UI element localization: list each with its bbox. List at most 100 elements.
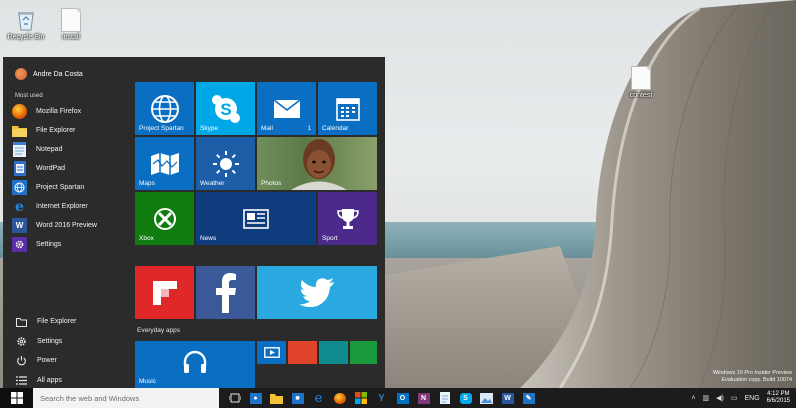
tile-label: Photos [261, 180, 282, 187]
tile-small-teal[interactable] [319, 341, 348, 364]
desktop-icon-label: install [62, 34, 80, 41]
desktop-icon-recycle-bin[interactable]: Recycle Bin [4, 8, 48, 42]
os-watermark: Windows 10 Pro Insider Preview Evaluatio… [700, 370, 792, 383]
start-bottom-label: Power [37, 357, 57, 365]
tile-mail[interactable]: Mail 1 [257, 82, 316, 135]
word-icon: W [501, 392, 514, 404]
tile-xbox[interactable]: Xbox [135, 192, 194, 245]
tile-movies[interactable] [257, 341, 286, 364]
start-file-explorer-button[interactable]: File Explorer [15, 312, 135, 332]
notepad-icon [439, 392, 450, 404]
tile-flipboard[interactable] [135, 266, 194, 319]
outlook-icon: O [396, 392, 409, 404]
task-view-icon [228, 393, 241, 403]
file-icon [61, 8, 81, 32]
volume-icon[interactable]: ◀) [716, 394, 724, 402]
network-icon[interactable]: ▥ [703, 394, 710, 402]
tile-label: Mail [261, 125, 273, 132]
taskbar-app-onenote[interactable]: N [413, 388, 434, 408]
photos-icon [480, 392, 493, 404]
task-view-button[interactable] [224, 388, 245, 408]
tile-label: Music [139, 378, 156, 385]
globe-icon [12, 180, 27, 195]
tile-maps[interactable]: Maps [135, 137, 194, 190]
start-app-label: Project Spartan [36, 184, 85, 191]
search-input[interactable]: Search the web and Windows [33, 388, 219, 408]
skype-icon: S [459, 392, 472, 404]
taskbar-app-contacts[interactable]: ✎ [518, 388, 539, 408]
start-app-settings[interactable]: Settings [12, 235, 132, 254]
start-app-label: File Explorer [36, 127, 76, 134]
tile-calendar[interactable]: Calendar [318, 82, 377, 135]
desktop-icon-install[interactable]: install [49, 8, 93, 42]
tile-weather[interactable]: Weather [196, 137, 255, 190]
list-icon [15, 374, 27, 386]
start-app-label: Internet Explorer [36, 203, 88, 210]
taskbar-app-word[interactable]: W [497, 388, 518, 408]
start-app-notepad[interactable]: Notepad [12, 140, 132, 159]
taskbar-app-office[interactable] [350, 388, 371, 408]
search-placeholder: Search the web and Windows [40, 394, 140, 403]
tile-label: News [200, 235, 217, 242]
desktop-icon-contest[interactable]: contest [619, 66, 663, 100]
user-account-button[interactable]: Andre Da Costa [15, 67, 83, 81]
taskbar-app-file-explorer[interactable] [266, 388, 287, 408]
tile-twitter[interactable] [257, 266, 377, 319]
taskbar-app-internet-explorer[interactable]: e [308, 388, 329, 408]
tile-sport[interactable]: Sport [318, 192, 377, 245]
start-bottom-label: All apps [37, 376, 62, 384]
start-app-project-spartan[interactable]: Project Spartan [12, 178, 132, 197]
gear-icon [12, 237, 27, 252]
start-app-internet-explorer[interactable]: e Internet Explorer [12, 197, 132, 216]
start-tiles: Project Spartan S Skype Mail 1 Calendar … [135, 82, 380, 388]
taskbar-app-outlook[interactable]: O [392, 388, 413, 408]
ie-icon: e [314, 390, 323, 406]
start-app-label: Notepad [36, 146, 63, 153]
firefox-icon [12, 104, 27, 119]
wordpad-icon [12, 161, 27, 176]
taskbar-app-skype[interactable]: S [455, 388, 476, 408]
taskbar-app-firefox[interactable] [329, 388, 350, 408]
start-app-label: Word 2016 Preview [36, 222, 97, 229]
taskbar-app-photos[interactable] [476, 388, 497, 408]
tile-skype[interactable]: S Skype [196, 82, 255, 135]
taskbar-app-store[interactable]: ■ [287, 388, 308, 408]
trophy-icon [336, 208, 359, 229]
start-bottom-label: File Explorer [37, 318, 77, 326]
start-app-firefox[interactable]: Mozilla Firefox [12, 102, 132, 121]
edge-blue-icon: ● [249, 392, 262, 404]
tile-photos[interactable]: Photos [257, 137, 377, 190]
language-indicator[interactable]: ENG [744, 395, 759, 402]
tile-music[interactable]: Music [135, 341, 255, 388]
taskbar-pinned-apps: ● ■ e Y O N S W ✎ [224, 388, 539, 408]
taskbar-app-1[interactable]: ● [245, 388, 266, 408]
tile-label: Xbox [139, 235, 154, 242]
mail-count-badge: 1 [307, 125, 311, 132]
start-button[interactable] [0, 388, 33, 408]
tile-small-green[interactable] [350, 341, 377, 364]
notepad-icon [12, 142, 27, 157]
start-bottom-list: File Explorer Settings Power All apps [15, 312, 135, 390]
action-center-icon[interactable]: ▭ [731, 394, 738, 402]
taskbar-app-yammer[interactable]: Y [371, 388, 392, 408]
gear-icon [15, 335, 27, 347]
folder-icon [12, 123, 27, 138]
tile-facebook[interactable] [196, 266, 255, 319]
start-app-file-explorer[interactable]: File Explorer [12, 121, 132, 140]
tile-news[interactable]: News [196, 192, 316, 245]
start-app-wordpad[interactable]: WordPad [12, 159, 132, 178]
tile-small-orange[interactable] [288, 341, 317, 364]
calendar-icon [335, 97, 360, 121]
start-power-button[interactable]: Power [15, 351, 135, 371]
tray-chevron-up-icon[interactable]: ˄ [691, 395, 695, 402]
taskbar-app-notepad[interactable] [434, 388, 455, 408]
tile-project-spartan[interactable]: Project Spartan [135, 82, 194, 135]
xbox-icon [153, 207, 176, 230]
word-icon: W [12, 218, 27, 233]
map-icon [150, 152, 179, 175]
mail-icon [273, 98, 300, 118]
start-app-word-2016-preview[interactable]: W Word 2016 Preview [12, 216, 132, 235]
start-settings-button[interactable]: Settings [15, 332, 135, 352]
clock-time: 4:12 PM [767, 391, 790, 397]
clock-button[interactable]: 4:12 PM 6/6/2015 [767, 391, 790, 405]
